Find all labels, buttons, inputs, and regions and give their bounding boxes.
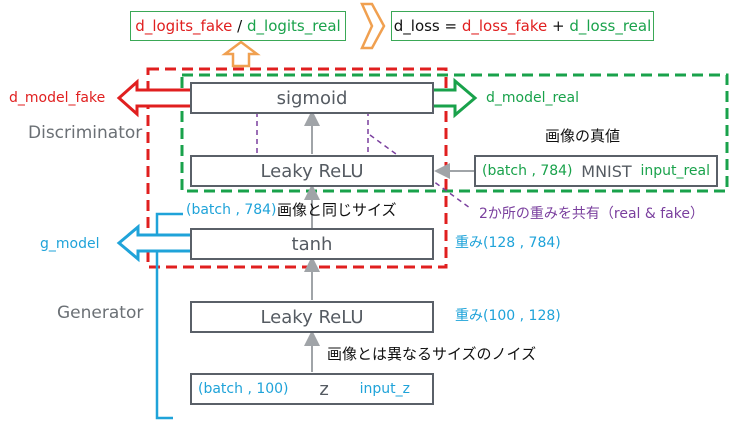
logits-real-label: d_logits_real (247, 17, 341, 35)
loss-box: d_loss = d_loss_fake + d_loss_real (391, 11, 654, 41)
loss-eq: = (439, 17, 462, 35)
z-input-layer: (batch , 100) z input_z (190, 373, 434, 405)
tanh-label: tanh (291, 233, 333, 255)
logits-box: d_logits_fake / d_logits_real (130, 11, 346, 41)
generator-label: Generator (57, 303, 144, 323)
d-model-real-label: d_model_real (486, 90, 580, 106)
loss-real-label: d_loss_real (569, 17, 652, 35)
leaky-relu-generator-label: Leaky ReLU (260, 306, 364, 328)
z-input-label: input_z (359, 381, 410, 397)
generator-batch-label: (batch , 784) (186, 202, 277, 218)
leaky-relu-generator-layer: Leaky ReLU (190, 301, 434, 333)
sigmoid-layer: sigmoid (190, 82, 434, 114)
leaky-relu-discriminator-label: Leaky ReLU (260, 160, 364, 182)
discriminator-label: Discriminator (28, 123, 143, 143)
shared-weights-label: 2か所の重みを共有（real & fake） (479, 206, 704, 222)
logits-separator: / (232, 17, 247, 35)
noise-label: 画像とは異なるサイズのノイズ (327, 345, 537, 363)
loss-arrow (360, 2, 386, 50)
mnist-input-label: input_real (640, 163, 710, 179)
mnist-label: MNIST (581, 161, 632, 181)
weights-128-784-label: 重み(128 , 784) (455, 235, 561, 251)
loss-fake-label: d_loss_fake (461, 17, 548, 35)
tanh-layer: tanh (190, 228, 434, 260)
sigmoid-label: sigmoid (276, 87, 348, 109)
same-size-label: 画像と同じサイズ (277, 201, 397, 219)
loss-plus: + (547, 17, 570, 35)
logits-arrow (221, 40, 261, 68)
d-model-fake-label: d_model_fake (9, 90, 106, 106)
mnist-input-box: (batch , 784) MNIST input_real (474, 155, 718, 187)
weights-100-128-label: 重み(100 , 128) (455, 308, 561, 324)
logits-fake-label: d_logits_fake (135, 17, 233, 35)
mnist-batch-label: (batch , 784) (482, 163, 573, 179)
z-label: z (319, 378, 329, 400)
z-batch-label: (batch , 100) (198, 381, 289, 397)
leaky-relu-discriminator-layer: Leaky ReLU (190, 155, 434, 187)
loss-lhs: d_loss (393, 17, 440, 35)
g-model-label: g_model (40, 236, 100, 252)
real-image-label: 画像の真値 (545, 127, 621, 145)
